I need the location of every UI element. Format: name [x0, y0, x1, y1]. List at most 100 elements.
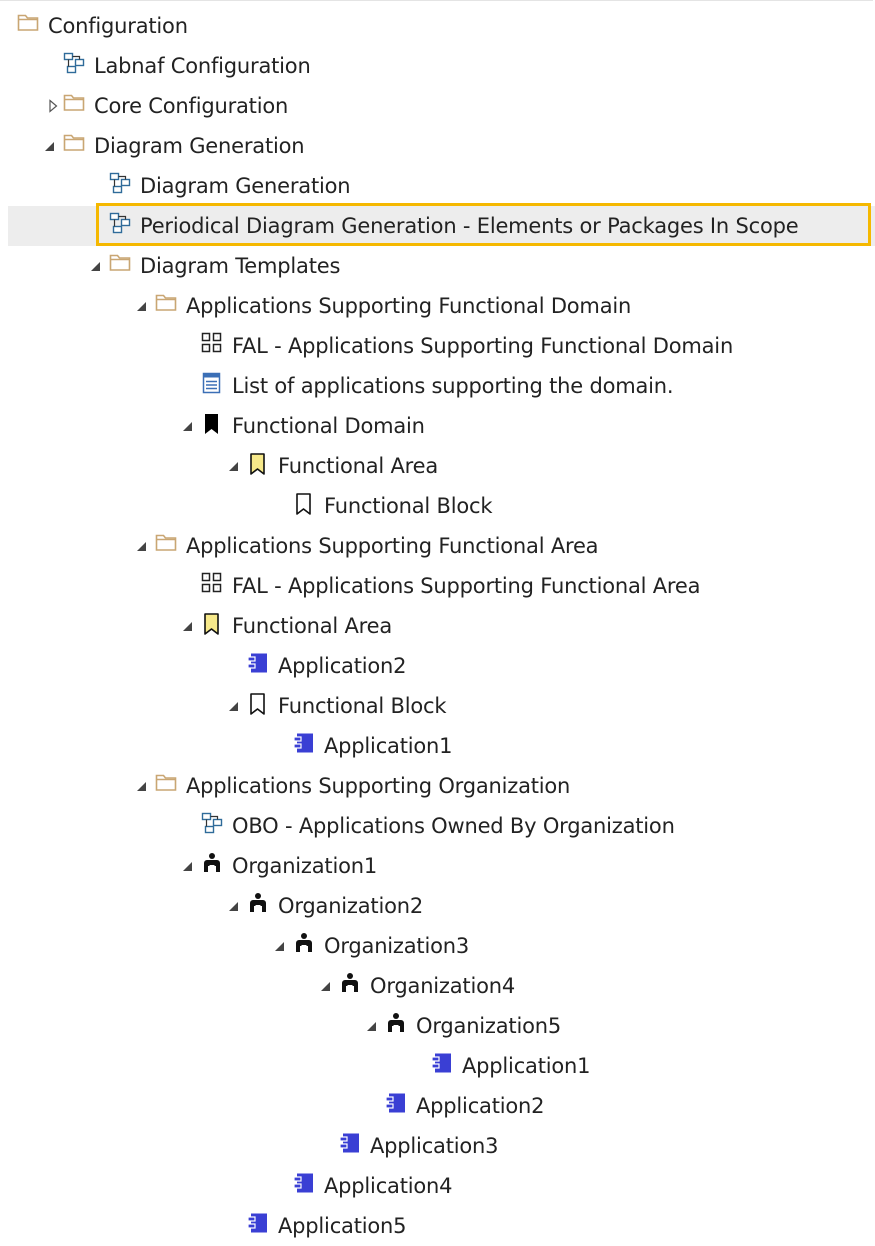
tree-item[interactable]: Functional Area — [0, 446, 875, 486]
expand-arrow-icon[interactable] — [179, 618, 195, 634]
tree-item-label: Core Configuration — [94, 94, 289, 118]
tree-item[interactable]: Core Configuration — [0, 86, 875, 126]
tree-item[interactable]: Functional Block — [0, 486, 875, 526]
tree-item[interactable]: Applications Supporting Functional Area — [0, 526, 875, 566]
tree-item[interactable]: Application4 — [0, 1166, 875, 1206]
tree-item-selected[interactable]: Periodical Diagram Generation - Elements… — [0, 203, 875, 246]
tree-item[interactable]: Functional Domain — [0, 406, 875, 446]
expand-arrow-icon[interactable] — [133, 298, 149, 314]
expand-arrow-icon[interactable] — [133, 538, 149, 554]
tree-item[interactable]: Application1 — [0, 1046, 875, 1086]
tree-item[interactable]: FAL - Applications Supporting Functional… — [0, 326, 875, 366]
expand-arrow-icon[interactable] — [179, 418, 195, 434]
tree-item-label: Application5 — [278, 1214, 407, 1238]
organization-icon — [385, 1012, 407, 1036]
tree-item[interactable]: Functional Area — [0, 606, 875, 646]
tree-item-label: OBO - Applications Owned By Organization — [232, 814, 675, 838]
tree-item[interactable]: Application3 — [0, 1126, 875, 1166]
diagram-icon — [109, 172, 131, 196]
application-icon — [247, 652, 269, 676]
tree-item-label: Periodical Diagram Generation - Elements… — [140, 214, 799, 238]
tree-item-label: FAL - Applications Supporting Functional… — [232, 334, 734, 358]
tree-item-label: Organization3 — [324, 934, 470, 958]
expand-arrow-icon[interactable] — [179, 858, 195, 874]
tree-item-label: Organization5 — [416, 1014, 562, 1038]
bookmark-yellow-icon — [247, 452, 269, 476]
bookmark-yellow-icon — [201, 612, 223, 636]
bookmark-black-icon — [201, 412, 223, 436]
tree-item[interactable]: OBO - Applications Owned By Organization — [0, 806, 875, 846]
tree-item[interactable]: Diagram Templates — [0, 246, 875, 286]
folder-icon — [17, 12, 39, 36]
folder-icon — [109, 252, 131, 276]
tree-item[interactable]: Applications Supporting Functional Domai… — [0, 286, 875, 326]
expand-arrow-icon[interactable] — [225, 698, 241, 714]
tree-item-label: Labnaf Configuration — [94, 54, 311, 78]
diagram-icon — [63, 52, 85, 76]
folder-icon — [63, 92, 85, 116]
tree-item-label: Organization1 — [232, 854, 378, 878]
folder-icon — [155, 292, 177, 316]
tree-item[interactable]: List of applications supporting the doma… — [0, 366, 875, 406]
tree-item-label: Functional Area — [278, 454, 439, 478]
tree-item[interactable]: Labnaf Configuration — [0, 46, 875, 86]
expand-arrow-icon[interactable] — [87, 258, 103, 274]
tree-item[interactable]: Organization5 — [0, 1006, 875, 1046]
grid-diagram-icon — [201, 332, 223, 356]
tree-item[interactable]: Applications Supporting Organization — [0, 766, 875, 806]
tree-item-label: Application1 — [462, 1054, 591, 1078]
collapse-arrow-icon[interactable] — [45, 98, 61, 114]
organization-icon — [293, 932, 315, 956]
tree-item[interactable]: FAL - Applications Supporting Functional… — [0, 566, 875, 606]
tree-item-label: Organization2 — [278, 894, 424, 918]
expand-arrow-icon[interactable] — [41, 138, 57, 154]
tree-item[interactable]: Functional Block — [0, 686, 875, 726]
tree-item[interactable]: Organization3 — [0, 926, 875, 966]
organization-icon — [339, 972, 361, 996]
application-icon — [385, 1092, 407, 1116]
tree-item[interactable]: Application2 — [0, 646, 875, 686]
application-icon — [293, 732, 315, 756]
diagram-icon — [109, 212, 131, 236]
tree-item[interactable]: Application1 — [0, 726, 875, 766]
tree-item-label: Functional Area — [232, 614, 393, 638]
tree-item[interactable]: Diagram Generation — [0, 166, 875, 206]
expand-arrow-icon[interactable] — [271, 938, 287, 954]
tree-item-label: Diagram Templates — [140, 254, 341, 278]
tree-item-label: Application2 — [278, 654, 407, 678]
tree-item-label: Application4 — [324, 1174, 453, 1198]
tree-item[interactable]: Configuration — [0, 6, 875, 46]
expand-arrow-icon[interactable] — [133, 778, 149, 794]
tree-item-label: Functional Domain — [232, 414, 425, 438]
tree-item-label: Application3 — [370, 1134, 499, 1158]
tree-item-label: Applications Supporting Functional Area — [186, 534, 599, 558]
tree-item-label: Organization4 — [370, 974, 516, 998]
tree-item-label: List of applications supporting the doma… — [232, 374, 674, 398]
tree-item[interactable]: Organization4 — [0, 966, 875, 1006]
bookmark-outline-icon — [247, 692, 269, 716]
tree-item-label: FAL - Applications Supporting Functional… — [232, 574, 701, 598]
application-icon — [293, 1172, 315, 1196]
expand-arrow-icon[interactable] — [225, 458, 241, 474]
expand-arrow-icon[interactable] — [317, 978, 333, 994]
tree-item-label: Configuration — [48, 14, 188, 38]
expand-arrow-icon[interactable] — [363, 1018, 379, 1034]
folder-icon — [63, 132, 85, 156]
tree-item[interactable]: Application5 — [0, 1206, 875, 1246]
tree-item-label: Functional Block — [278, 694, 447, 718]
tree-item-label: Functional Block — [324, 494, 493, 518]
organization-icon — [247, 892, 269, 916]
expand-arrow-icon[interactable] — [225, 898, 241, 914]
tree-item[interactable]: Application2 — [0, 1086, 875, 1126]
tree-item-label: Diagram Generation — [140, 174, 351, 198]
folder-icon — [155, 532, 177, 556]
tree-item-label: Diagram Generation — [94, 134, 305, 158]
tree-item[interactable]: Diagram Generation — [0, 126, 875, 166]
tree-item[interactable]: Organization2 — [0, 886, 875, 926]
tree-item-label: Applications Supporting Functional Domai… — [186, 294, 632, 318]
organization-icon — [201, 852, 223, 876]
bookmark-outline-icon — [293, 492, 315, 516]
application-icon — [247, 1212, 269, 1236]
list-icon — [201, 372, 223, 396]
tree-item[interactable]: Organization1 — [0, 846, 875, 886]
